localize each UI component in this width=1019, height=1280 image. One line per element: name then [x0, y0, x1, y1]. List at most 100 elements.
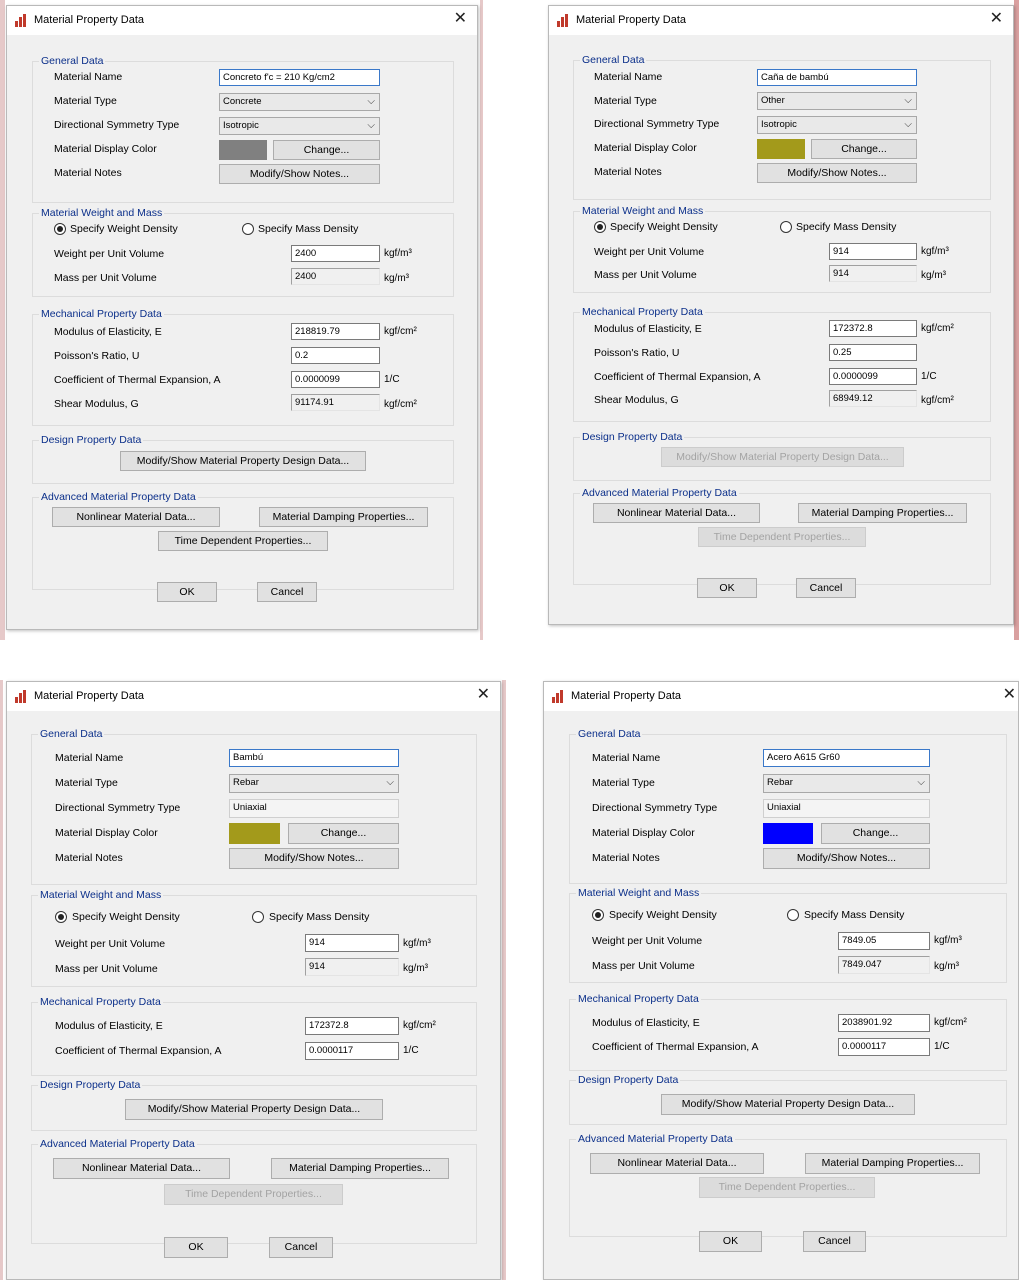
- change-color-button[interactable]: Change...: [273, 140, 380, 160]
- damping-properties-button[interactable]: Material Damping Properties...: [805, 1153, 980, 1174]
- ok-button[interactable]: OK: [157, 582, 217, 602]
- specify-weight-radio[interactable]: [55, 911, 67, 923]
- material-name-input[interactable]: Acero A615 Gr60: [763, 749, 930, 767]
- specify-mass-radio[interactable]: [242, 223, 254, 235]
- modify-notes-button[interactable]: Modify/Show Notes...: [229, 848, 399, 869]
- material-type-select[interactable]: Rebar ⌵: [763, 774, 930, 793]
- thermal-input[interactable]: 0.0000099: [291, 371, 380, 388]
- directional-symmetry-label: Directional Symmetry Type: [55, 802, 181, 814]
- directional-symmetry-label: Directional Symmetry Type: [54, 119, 180, 131]
- color-swatch[interactable]: [757, 139, 805, 159]
- weight-per-volume-input[interactable]: 914: [305, 934, 399, 952]
- change-color-button[interactable]: Change...: [288, 823, 399, 844]
- color-swatch[interactable]: [763, 823, 813, 844]
- design-data-button[interactable]: Modify/Show Material Property Design Dat…: [125, 1099, 383, 1120]
- weight-per-volume-input[interactable]: 7849.05: [838, 932, 930, 950]
- app-icon: [552, 690, 566, 703]
- material-name-input[interactable]: Bambú: [229, 749, 399, 767]
- specify-mass-radio[interactable]: [252, 911, 264, 923]
- poisson-input[interactable]: 0.2: [291, 347, 380, 364]
- cancel-button[interactable]: Cancel: [803, 1231, 866, 1252]
- modify-notes-button[interactable]: Modify/Show Notes...: [763, 848, 930, 869]
- design-data-button[interactable]: Modify/Show Material Property Design Dat…: [661, 447, 904, 467]
- specify-mass-radio[interactable]: [780, 221, 792, 233]
- mass-per-volume-value: 7849.047: [838, 956, 930, 974]
- directional-symmetry-value: Uniaxial: [229, 799, 399, 818]
- window-title: Material Property Data: [571, 690, 682, 702]
- ok-button[interactable]: OK: [164, 1237, 228, 1258]
- specify-weight-label: Specify Weight Density: [72, 911, 180, 923]
- weight-per-volume-label: Weight per Unit Volume: [594, 246, 705, 258]
- close-icon[interactable]: ✕: [477, 687, 490, 703]
- material-type-select[interactable]: Rebar ⌵: [229, 774, 399, 793]
- nonlinear-data-button[interactable]: Nonlinear Material Data...: [52, 507, 220, 527]
- color-swatch[interactable]: [229, 823, 280, 844]
- specify-mass-label: Specify Mass Density: [804, 909, 905, 921]
- material-type-select[interactable]: Concrete ⌵: [219, 93, 380, 111]
- weight-per-volume-input[interactable]: 2400: [291, 245, 380, 262]
- directional-symmetry-select[interactable]: Isotropic ⌵: [757, 116, 917, 134]
- poisson-input[interactable]: 0.25: [829, 344, 917, 361]
- modulus-unit: kgf/cm²: [384, 326, 417, 337]
- material-name-input[interactable]: Concreto f'c = 210 Kg/cm2: [219, 69, 380, 86]
- mechanical-property-group: Mechanical Property Data: [569, 993, 1007, 1071]
- ok-button[interactable]: OK: [699, 1231, 762, 1252]
- weight-unit: kgf/m³: [921, 246, 949, 257]
- time-dependent-button[interactable]: Time Dependent Properties...: [699, 1177, 875, 1198]
- display-color-label: Material Display Color: [594, 142, 697, 154]
- cancel-button[interactable]: Cancel: [796, 578, 856, 598]
- material-type-value: Rebar: [233, 777, 259, 788]
- app-icon: [15, 14, 29, 27]
- directional-symmetry-select[interactable]: Isotropic ⌵: [219, 117, 380, 135]
- thermal-input[interactable]: 0.0000117: [305, 1042, 399, 1060]
- modulus-unit: kgf/cm²: [403, 1020, 436, 1031]
- modulus-input[interactable]: 2038901.92: [838, 1014, 930, 1032]
- weight-unit: kgf/m³: [934, 935, 962, 946]
- thermal-unit: 1/C: [921, 371, 937, 382]
- material-name-input[interactable]: Caña de bambú: [757, 69, 917, 86]
- thermal-input[interactable]: 0.0000099: [829, 368, 917, 385]
- specify-mass-label: Specify Mass Density: [269, 911, 370, 923]
- weight-per-volume-label: Weight per Unit Volume: [592, 935, 703, 947]
- cancel-button[interactable]: Cancel: [257, 582, 317, 602]
- shear-value: 91174.91: [291, 394, 380, 411]
- change-color-button[interactable]: Change...: [811, 139, 917, 159]
- damping-properties-button[interactable]: Material Damping Properties...: [271, 1158, 449, 1179]
- damping-properties-button[interactable]: Material Damping Properties...: [259, 507, 428, 527]
- time-dependent-button[interactable]: Time Dependent Properties...: [698, 527, 866, 547]
- thermal-input[interactable]: 0.0000117: [838, 1038, 930, 1056]
- close-icon[interactable]: ✕: [990, 11, 1003, 27]
- material-type-select[interactable]: Other ⌵: [757, 92, 917, 110]
- material-type-label: Material Type: [592, 777, 655, 789]
- cancel-button[interactable]: Cancel: [269, 1237, 333, 1258]
- specify-weight-radio[interactable]: [54, 223, 66, 235]
- design-data-button[interactable]: Modify/Show Material Property Design Dat…: [661, 1094, 915, 1115]
- nonlinear-data-button[interactable]: Nonlinear Material Data...: [590, 1153, 764, 1174]
- nonlinear-data-button[interactable]: Nonlinear Material Data...: [53, 1158, 230, 1179]
- modulus-label: Modulus of Elasticity, E: [55, 1020, 163, 1032]
- modulus-input[interactable]: 172372.8: [305, 1017, 399, 1035]
- specify-mass-radio[interactable]: [787, 909, 799, 921]
- specify-weight-radio[interactable]: [592, 909, 604, 921]
- color-swatch[interactable]: [219, 140, 267, 160]
- mass-per-volume-label: Mass per Unit Volume: [594, 269, 697, 281]
- change-color-button[interactable]: Change...: [821, 823, 930, 844]
- close-icon[interactable]: ✕: [454, 11, 467, 27]
- specify-weight-radio[interactable]: [594, 221, 606, 233]
- weight-per-volume-input[interactable]: 914: [829, 243, 917, 260]
- group-title: Material Weight and Mass: [576, 887, 702, 899]
- app-icon: [557, 14, 571, 27]
- time-dependent-button[interactable]: Time Dependent Properties...: [164, 1184, 343, 1205]
- time-dependent-button[interactable]: Time Dependent Properties...: [158, 531, 328, 551]
- modify-notes-button[interactable]: Modify/Show Notes...: [757, 163, 917, 183]
- weight-unit: kgf/m³: [384, 248, 412, 259]
- damping-properties-button[interactable]: Material Damping Properties...: [798, 503, 967, 523]
- group-title: Mechanical Property Data: [39, 308, 164, 320]
- modulus-input[interactable]: 172372.8: [829, 320, 917, 337]
- design-data-button[interactable]: Modify/Show Material Property Design Dat…: [120, 451, 366, 471]
- modify-notes-button[interactable]: Modify/Show Notes...: [219, 164, 380, 184]
- nonlinear-data-button[interactable]: Nonlinear Material Data...: [593, 503, 760, 523]
- ok-button[interactable]: OK: [697, 578, 757, 598]
- close-icon[interactable]: ✕: [1003, 687, 1016, 703]
- modulus-input[interactable]: 218819.79: [291, 323, 380, 340]
